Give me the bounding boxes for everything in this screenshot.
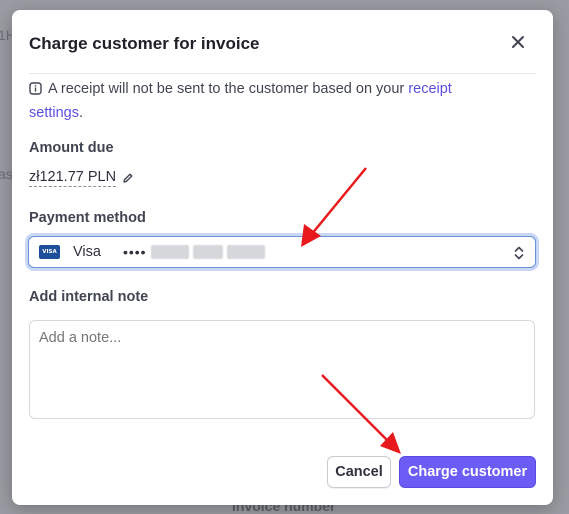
charge-customer-dialog: Charge customer for invoice A receipt wi… — [12, 10, 553, 505]
edit-amount-button[interactable] — [122, 172, 134, 184]
background-text-fragment: as — [0, 166, 13, 182]
amount-due-row: zł121.77 PLN — [29, 169, 134, 187]
amount-due-value: zł121.77 PLN — [29, 169, 117, 187]
internal-note-input[interactable] — [29, 320, 535, 419]
chevron-up-down-icon — [514, 246, 524, 260]
notice-text: A receipt will not be sent to the custom… — [48, 81, 409, 97]
close-button[interactable] — [508, 32, 528, 52]
header-divider — [29, 73, 536, 74]
dialog-title: Charge customer for invoice — [29, 34, 260, 53]
info-icon — [29, 80, 42, 102]
payment-method-label: Payment method — [29, 210, 146, 226]
visa-card-icon: VISA — [39, 245, 60, 259]
amount-due-label: Amount due — [29, 140, 114, 156]
charge-customer-button[interactable]: Charge customer — [399, 456, 536, 488]
card-number-redacted — [150, 245, 265, 259]
receipt-notice: A receipt will not be sent to the custom… — [29, 78, 499, 124]
payment-method-select[interactable]: VISA Visa •••• — [28, 236, 536, 268]
card-brand: Visa — [73, 244, 101, 260]
card-masked-number: •••• — [122, 244, 147, 260]
cancel-button[interactable]: Cancel — [327, 456, 391, 488]
pencil-icon — [123, 173, 133, 183]
internal-note-label: Add internal note — [29, 289, 149, 305]
notice-period: . — [78, 105, 84, 121]
close-icon — [512, 36, 524, 48]
